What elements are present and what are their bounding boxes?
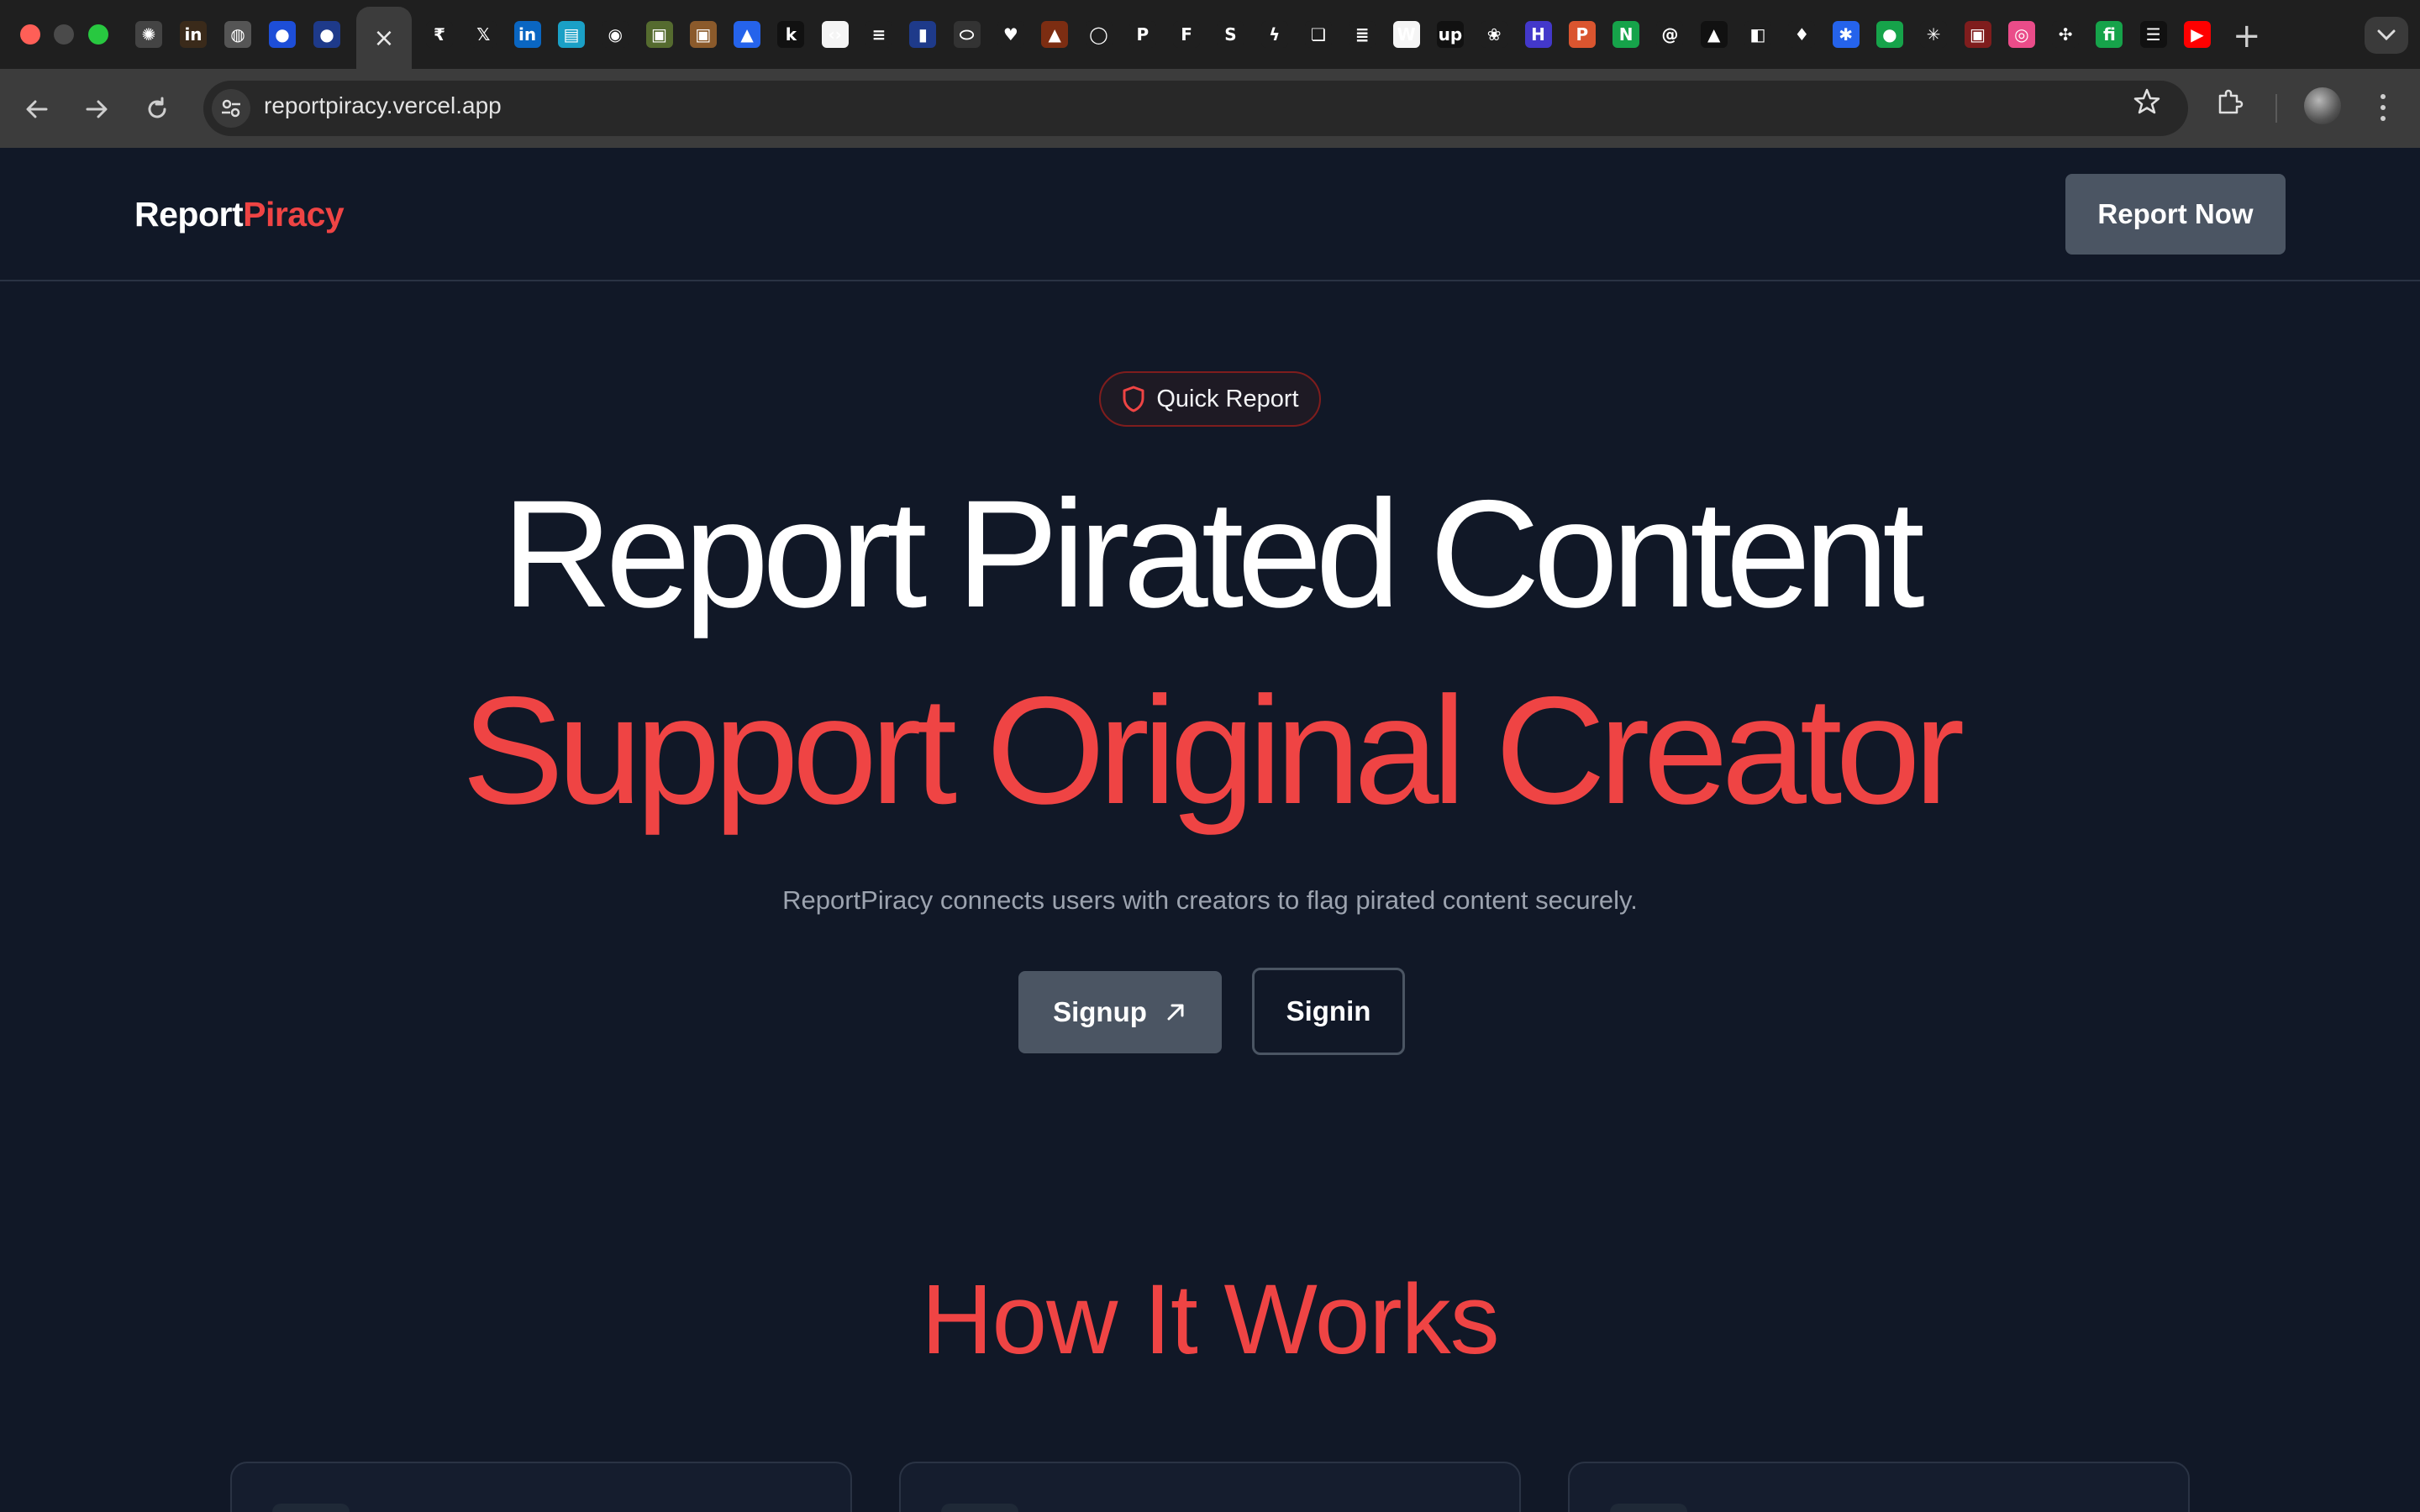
- star-icon: [2133, 88, 2160, 114]
- toolbar-separator: [2275, 94, 2277, 123]
- signin-button[interactable]: Signin: [1252, 968, 1405, 1055]
- f-icon[interactable]: F: [1173, 21, 1201, 48]
- webpage: ReportPiracy Report Now Quick Report Rep…: [0, 148, 2420, 1512]
- bolt-icon[interactable]: ϟ: [1260, 21, 1288, 48]
- new-tab-button[interactable]: +: [2233, 17, 2261, 55]
- how-it-works-card-1: [230, 1462, 852, 1512]
- quick-report-label: Quick Report: [1156, 385, 1299, 412]
- arrow-right-icon: [86, 100, 108, 118]
- photo-icon[interactable]: ▣: [645, 21, 673, 48]
- signup-label: Signup: [1053, 996, 1147, 1027]
- active-tab[interactable]: ×: [356, 7, 412, 69]
- card-icon: [941, 1504, 1018, 1512]
- lines-icon[interactable]: ≡: [865, 21, 892, 48]
- quick-report-badge[interactable]: Quick Report: [1099, 371, 1321, 427]
- browser-menu-button[interactable]: [2375, 89, 2391, 126]
- s-icon[interactable]: S: [1217, 21, 1244, 48]
- tune-icon: [222, 99, 240, 118]
- url-text[interactable]: reportpiracy.vercel.app: [264, 92, 502, 119]
- linkedin-icon[interactable]: in: [513, 21, 541, 48]
- youtube-icon[interactable]: ▶: [2184, 21, 2211, 48]
- maximize-window-button[interactable]: [88, 24, 108, 45]
- openai-icon[interactable]: ✺: [135, 21, 162, 48]
- leaf-icon[interactable]: ❀: [1481, 21, 1508, 48]
- asterisk-icon[interactable]: ✳: [1920, 21, 1948, 48]
- reload-icon: [148, 97, 166, 118]
- code-icon[interactable]: ‹›: [821, 21, 849, 48]
- person-icon[interactable]: ▲: [1041, 21, 1069, 48]
- profile-avatar[interactable]: [2304, 87, 2341, 124]
- puzzle-icon: [2218, 89, 2244, 114]
- circle-icon[interactable]: ◯: [1085, 21, 1113, 48]
- rupee-icon[interactable]: ₹: [426, 21, 453, 48]
- logo-text-report: Report: [134, 195, 244, 234]
- site-header: ReportPiracy Report Now: [0, 148, 2420, 281]
- shield-icon: [1123, 386, 1144, 412]
- signin-label: Signin: [1286, 995, 1371, 1026]
- hero-subtitle: ReportPiracy connects users with creator…: [782, 885, 1638, 915]
- fh-icon[interactable]: fi: [2096, 21, 2123, 48]
- grid-icon[interactable]: ✣: [2052, 21, 2080, 48]
- arrow-left-icon: [26, 100, 48, 118]
- bookmark-icon[interactable]: ▮: [909, 21, 937, 48]
- profile-icon[interactable]: ●: [313, 21, 340, 48]
- chat-icon[interactable]: ❏: [1305, 21, 1332, 48]
- swirl-icon[interactable]: @: [1656, 21, 1684, 48]
- photo-icon[interactable]: ▣: [689, 21, 717, 48]
- doc-icon[interactable]: ▤: [557, 21, 585, 48]
- n-icon[interactable]: N: [1612, 21, 1640, 48]
- lines-icon[interactable]: ☰: [2139, 21, 2167, 48]
- how-it-works-heading: How It Works: [921, 1264, 1499, 1375]
- stack-icon[interactable]: ≣: [1349, 21, 1376, 48]
- logo-text-piracy: Piracy: [243, 195, 345, 234]
- pill-icon[interactable]: ⬭: [953, 21, 981, 48]
- shape-icon[interactable]: ◧: [1744, 21, 1771, 48]
- minimize-window-button[interactable]: [54, 24, 74, 45]
- back-button[interactable]: [16, 88, 58, 130]
- k-icon[interactable]: k: [777, 21, 805, 48]
- card-icon: [1610, 1504, 1687, 1512]
- site-info-button[interactable]: [212, 89, 250, 128]
- triangle-icon[interactable]: ▲: [1700, 21, 1728, 48]
- extensions-button[interactable]: [2215, 87, 2245, 122]
- producthunt-icon[interactable]: P: [1568, 21, 1596, 48]
- leaf-icon[interactable]: ♦: [1788, 21, 1816, 48]
- bookmark-star-button[interactable]: [2133, 87, 2161, 120]
- profile-icon[interactable]: ●: [269, 21, 296, 48]
- h-icon[interactable]: H: [1524, 21, 1552, 48]
- how-it-works-card-2: [899, 1462, 1521, 1512]
- forward-button[interactable]: [76, 88, 118, 130]
- close-tab-icon[interactable]: ×: [373, 24, 394, 53]
- heart-icon[interactable]: ♥: [997, 21, 1024, 48]
- close-window-button[interactable]: [20, 24, 40, 45]
- dribbble-icon[interactable]: ◎: [2007, 21, 2035, 48]
- puzzle-icon[interactable]: ✱: [1832, 21, 1860, 48]
- report-now-button[interactable]: Report Now: [2065, 174, 2286, 255]
- reload-button[interactable]: [136, 88, 178, 130]
- upwork-icon[interactable]: up: [1436, 21, 1464, 48]
- site-logo[interactable]: ReportPiracy: [134, 195, 345, 234]
- x-icon[interactable]: 𝕏: [470, 21, 497, 48]
- github-icon[interactable]: ◉: [602, 21, 629, 48]
- photo-icon[interactable]: ▣: [1964, 21, 1991, 48]
- signup-button[interactable]: Signup: [1018, 971, 1222, 1053]
- w-icon[interactable]: W: [1392, 21, 1420, 48]
- how-it-works-card-3: [1568, 1462, 2190, 1512]
- tab-search-button[interactable]: [2365, 17, 2408, 54]
- hero-title-line2: Support Original Creator: [461, 664, 1965, 836]
- browser-tab-strip: ✺ in ◍ ● ● ₹ 𝕏in ▤ ◉ ▣ ▣ ▲ k ‹› ≡ ▮ ⬭ ♥ ▲ ◯ P F Sϟ ❏ ≣ Wup ❀ H P N @ ▲ ◧…: [0, 0, 2420, 69]
- chevron-down-icon: [2377, 29, 2396, 41]
- globe-icon[interactable]: ◍: [224, 21, 251, 48]
- mushroom-icon[interactable]: ●: [1876, 21, 1903, 48]
- card-icon: [272, 1504, 350, 1512]
- p-icon[interactable]: P: [1128, 21, 1156, 48]
- invision-icon[interactable]: in: [180, 21, 207, 48]
- arrow-up-right-icon: [1167, 1004, 1184, 1021]
- hero-title-line1: Report Pirated Content: [502, 468, 1925, 639]
- arc-icon[interactable]: ▲: [734, 21, 761, 48]
